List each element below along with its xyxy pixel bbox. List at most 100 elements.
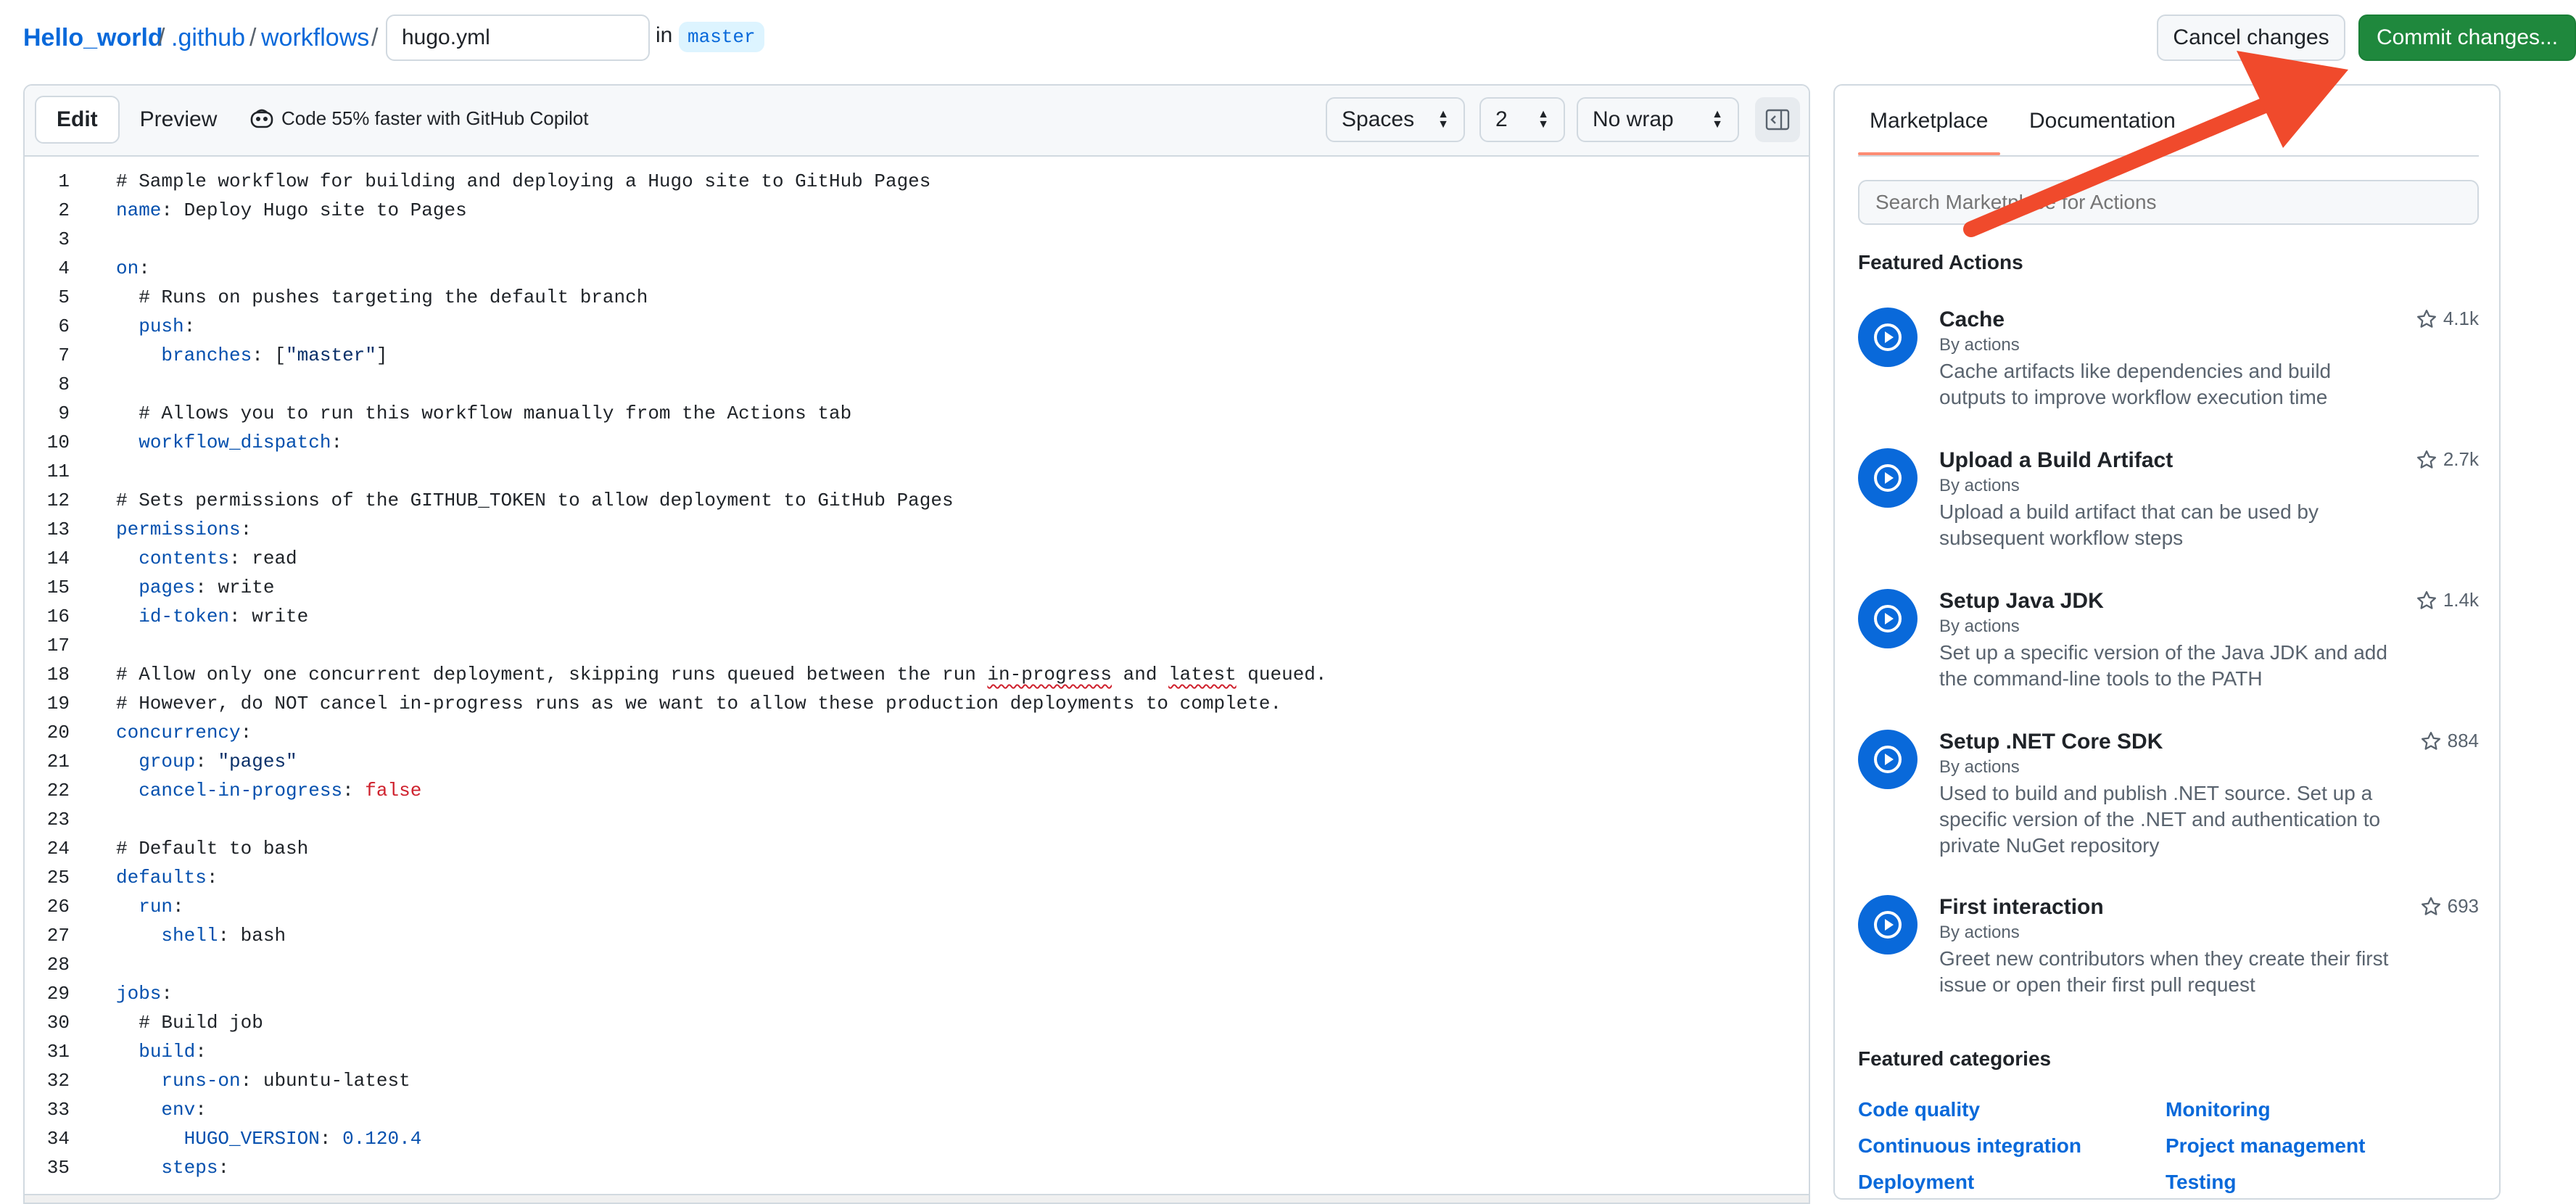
code-line[interactable]: 15 pages: write bbox=[25, 573, 1809, 602]
line-number: 12 bbox=[46, 490, 70, 511]
code-lines[interactable]: 1 # Sample workflow for building and depl… bbox=[25, 167, 1809, 1182]
code-line[interactable]: 9 # Allows you to run this workflow manu… bbox=[25, 399, 1809, 428]
copilot-promo[interactable]: Code 55% faster with GitHub Copilot bbox=[249, 107, 588, 130]
code-line[interactable]: 11 bbox=[25, 457, 1809, 486]
code-token: : bbox=[206, 867, 218, 888]
line-number: 35 bbox=[46, 1157, 70, 1179]
line-content: jobs: bbox=[116, 979, 173, 1008]
star-count: 4.1k bbox=[2443, 308, 2479, 329]
code-token: # Runs on pushes targeting the default b… bbox=[116, 286, 648, 308]
tab-marketplace[interactable]: Marketplace bbox=[1870, 109, 1988, 133]
line-number: 33 bbox=[46, 1099, 70, 1121]
active-tab-indicator bbox=[1858, 152, 2000, 155]
code-line[interactable]: 5 # Runs on pushes targeting the default… bbox=[25, 283, 1809, 312]
code-line[interactable]: 25 defaults: bbox=[25, 863, 1809, 892]
indent-mode-select[interactable]: Spaces ▲ ▼ bbox=[1326, 97, 1465, 142]
panel-toggle-button[interactable] bbox=[1755, 97, 1800, 142]
line-content: # Default to bash bbox=[116, 834, 308, 863]
code-line[interactable]: 27 shell: bash bbox=[25, 921, 1809, 950]
line-content: name: Deploy Hugo site to Pages bbox=[116, 196, 467, 225]
indent-size-select[interactable]: 2 ▲ ▼ bbox=[1479, 97, 1565, 142]
code-line[interactable]: 32 runs-on: ubuntu-latest bbox=[25, 1066, 1809, 1095]
preview-tab[interactable]: Preview bbox=[120, 96, 238, 144]
line-content: # Allows you to run this workflow manual… bbox=[116, 399, 851, 428]
code-line[interactable]: 6 push: bbox=[25, 312, 1809, 341]
action-description: Greet new contributors when they create … bbox=[1939, 947, 2389, 996]
cancel-changes-button[interactable]: Cancel changes bbox=[2157, 15, 2345, 61]
code-line[interactable]: 14 contents: read bbox=[25, 544, 1809, 573]
code-line[interactable]: 16 id-token: write bbox=[25, 602, 1809, 631]
code-line[interactable]: 18 # Allow only one concurrent deployment… bbox=[25, 660, 1809, 689]
code-line[interactable]: 24 # Default to bash bbox=[25, 834, 1809, 863]
code-line[interactable]: 28 bbox=[25, 950, 1809, 979]
breadcrumb-github-link[interactable]: .github bbox=[171, 22, 245, 54]
action-name[interactable]: Cache bbox=[1939, 308, 2005, 332]
code-line[interactable]: 12 # Sets permissions of the GITHUB_TOKEN… bbox=[25, 486, 1809, 515]
code-token: ] bbox=[376, 345, 388, 366]
line-content: workflow_dispatch: bbox=[116, 428, 342, 457]
code-token: : bbox=[342, 780, 366, 801]
code-line[interactable]: 23 bbox=[25, 805, 1809, 834]
breadcrumb-workflows-link[interactable]: workflows bbox=[261, 22, 369, 54]
action-name[interactable]: Setup Java JDK bbox=[1939, 589, 2104, 614]
code-line[interactable]: 10 workflow_dispatch: bbox=[25, 428, 1809, 457]
edit-preview-toggle: Edit Preview bbox=[35, 96, 237, 144]
star-icon bbox=[2421, 896, 2440, 915]
category-link[interactable]: Deployment bbox=[1858, 1171, 1974, 1194]
code-token: : bbox=[195, 1041, 207, 1063]
code-token: false bbox=[365, 780, 422, 801]
code-line[interactable]: 26 run: bbox=[25, 892, 1809, 921]
marketplace-search-input[interactable] bbox=[1858, 180, 2479, 225]
category-link[interactable]: Code quality bbox=[1858, 1098, 1980, 1121]
code-line[interactable]: 30 # Build job bbox=[25, 1008, 1809, 1037]
filename-input[interactable] bbox=[386, 15, 650, 61]
edit-tab[interactable]: Edit bbox=[35, 96, 120, 144]
code-line[interactable]: 20 concurrency: bbox=[25, 718, 1809, 747]
code-line[interactable]: 8 bbox=[25, 370, 1809, 399]
code-token: : bbox=[218, 1157, 230, 1179]
copilot-promo-text: Code 55% faster with GitHub Copilot bbox=[281, 107, 589, 129]
horizontal-scrollbar[interactable] bbox=[25, 1194, 1809, 1203]
wrap-mode-select[interactable]: No wrap ▲ ▼ bbox=[1577, 97, 1739, 142]
line-content: run: bbox=[116, 892, 183, 921]
code-line[interactable]: 22 cancel-in-progress: false bbox=[25, 776, 1809, 805]
code-line[interactable]: 34 HUGO_VERSION: 0.120.4 bbox=[25, 1124, 1809, 1153]
action-description: Used to build and publish .NET source. S… bbox=[1939, 782, 2381, 857]
tab-documentation[interactable]: Documentation bbox=[2029, 109, 2176, 133]
code-line[interactable]: 1 # Sample workflow for building and depl… bbox=[25, 167, 1809, 196]
action-name[interactable]: Upload a Build Artifact bbox=[1939, 448, 2173, 473]
category-link[interactable]: Monitoring bbox=[2166, 1098, 2271, 1121]
code-line[interactable]: 31 build: bbox=[25, 1037, 1809, 1066]
code-token: queued. bbox=[1236, 664, 1327, 685]
category-link[interactable]: Continuous integration bbox=[1858, 1134, 2081, 1158]
action-name[interactable]: Setup .NET Core SDK bbox=[1939, 730, 2163, 754]
code-token: # Allows you to run this workflow manual… bbox=[116, 403, 852, 424]
code-line[interactable]: 13 permissions: bbox=[25, 515, 1809, 544]
code-token: cancel-in-progress bbox=[139, 780, 343, 801]
commit-changes-button[interactable]: Commit changes... bbox=[2358, 15, 2576, 61]
code-line[interactable]: 7 branches: ["master"] bbox=[25, 341, 1809, 370]
line-content: concurrency: bbox=[116, 718, 252, 747]
action-stars: 693 bbox=[2420, 895, 2479, 918]
category-link[interactable]: Project management bbox=[2166, 1134, 2365, 1158]
code-line[interactable]: 29 jobs: bbox=[25, 979, 1809, 1008]
action-name[interactable]: First interaction bbox=[1939, 895, 2104, 920]
code-line[interactable]: 3 bbox=[25, 225, 1809, 254]
code-token: : bbox=[195, 1099, 207, 1121]
category-link[interactable]: Testing bbox=[2166, 1171, 2236, 1194]
code-line[interactable]: 33 env: bbox=[25, 1095, 1809, 1124]
play-icon bbox=[1858, 730, 1917, 789]
code-token: concurrency bbox=[116, 722, 241, 743]
breadcrumb-repo-link[interactable]: Hello_world bbox=[23, 22, 163, 54]
code-line[interactable]: 2 name: Deploy Hugo site to Pages bbox=[25, 196, 1809, 225]
code-line[interactable]: 4 on: bbox=[25, 254, 1809, 283]
code-line[interactable]: 19 # However, do NOT cancel in-progress r… bbox=[25, 689, 1809, 718]
code-token: : bbox=[319, 1128, 343, 1150]
code-line[interactable]: 35 steps: bbox=[25, 1153, 1809, 1182]
code-line[interactable]: 17 bbox=[25, 631, 1809, 660]
code-token: run bbox=[139, 896, 173, 918]
line-number: 23 bbox=[46, 809, 70, 830]
code-line[interactable]: 21 group: "pages" bbox=[25, 747, 1809, 776]
line-number: 15 bbox=[46, 577, 70, 598]
